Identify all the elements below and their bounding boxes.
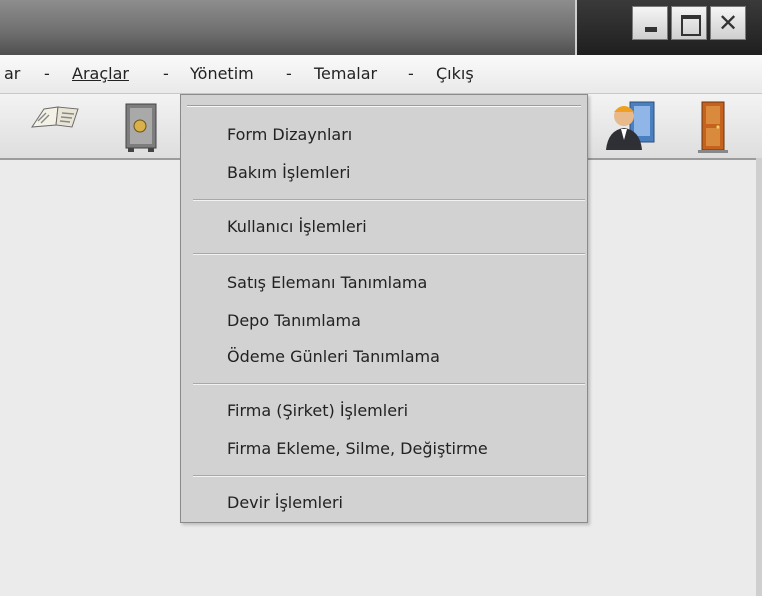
- menu-item-partial[interactable]: ar: [4, 55, 20, 93]
- menu-item-firma-sirket-islemleri[interactable]: Firma (Şirket) İşlemleri: [227, 401, 408, 420]
- menu-divider: [193, 383, 585, 385]
- book-icon[interactable]: [30, 105, 82, 131]
- menu-item-depo-tanimlama[interactable]: Depo Tanımlama: [227, 311, 361, 330]
- door-icon[interactable]: [698, 100, 728, 154]
- menu-item-temalar[interactable]: Temalar: [314, 55, 377, 93]
- menu-item-cikis[interactable]: Çıkış: [436, 55, 474, 93]
- title-bar: ✕: [0, 0, 762, 55]
- menu-item-kullanici-islemleri[interactable]: Kullanıcı İşlemleri: [227, 217, 367, 236]
- menu-item-devir-islemleri[interactable]: Devir İşlemleri: [227, 493, 343, 512]
- menu-divider: [193, 475, 585, 477]
- menu-item-form-dizaynlari[interactable]: Form Dizaynları: [227, 125, 352, 144]
- menu-separator: -: [163, 64, 169, 83]
- menu-item-odeme-gunleri-tanimlama[interactable]: Ödeme Günleri Tanımlama: [227, 347, 440, 366]
- safe-icon[interactable]: [120, 100, 160, 154]
- menu-separator: -: [44, 64, 50, 83]
- yonetim-dropdown-menu: Form Dizaynları Bakım İşlemleri Kullanıc…: [180, 94, 588, 523]
- minimize-button[interactable]: [632, 6, 668, 40]
- menu-divider: [193, 253, 585, 255]
- close-icon: ✕: [717, 9, 739, 37]
- menu-item-araclar[interactable]: Araçlar: [72, 55, 129, 93]
- menu-separator: -: [286, 64, 292, 83]
- menu-divider: [193, 199, 585, 201]
- window-right-edge: [756, 158, 762, 596]
- menu-divider: [187, 105, 581, 107]
- menu-item-firma-ekleme-silme-degistirme[interactable]: Firma Ekleme, Silme, Değiştirme: [227, 439, 488, 458]
- window-controls: ✕: [632, 6, 746, 40]
- menu-item-yonetim[interactable]: Yönetim: [190, 55, 254, 93]
- menu-bar: ar - Araçlar - Yönetim - Temalar - Çıkış: [0, 55, 762, 94]
- menu-separator: -: [408, 64, 414, 83]
- person-icon[interactable]: [604, 98, 656, 152]
- menu-item-label: Araçlar: [72, 64, 129, 83]
- close-button[interactable]: ✕: [710, 6, 746, 40]
- menu-item-satis-elemani-tanimlama[interactable]: Satış Elemanı Tanımlama: [227, 273, 427, 292]
- maximize-button[interactable]: [671, 6, 707, 40]
- menu-item-bakim-islemleri[interactable]: Bakım İşlemleri: [227, 163, 350, 182]
